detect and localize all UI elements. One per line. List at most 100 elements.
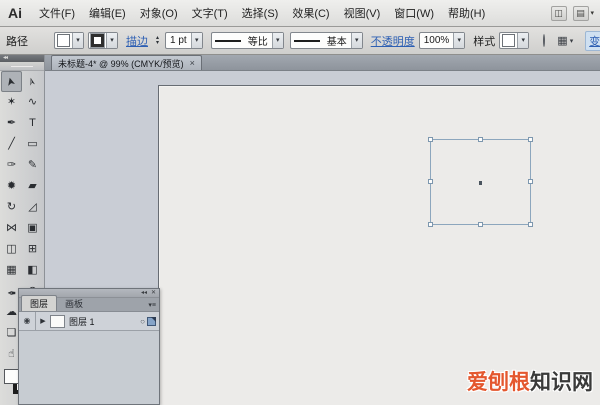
tool-selection[interactable]: ➤	[1, 71, 22, 92]
chevron-down-icon: ▾	[570, 37, 574, 45]
selection-handle-se[interactable]	[528, 222, 533, 227]
tool-direct-selection[interactable]: ➢	[22, 71, 43, 92]
width-icon: ⋈	[6, 223, 17, 234]
chevron-down-icon[interactable]: ▾	[517, 33, 528, 48]
scale-icon: ◿	[28, 202, 36, 213]
tool-pencil[interactable]: ✎	[22, 155, 43, 176]
recolor-artwork-icon[interactable]	[543, 34, 545, 47]
tools-panel-grip[interactable]	[0, 62, 44, 71]
stepper-down-icon[interactable]: ▾	[154, 41, 161, 46]
stroke-panel-link[interactable]: 描边	[126, 33, 148, 49]
paintbrush-icon: ✑	[7, 160, 16, 171]
tool-rectangle[interactable]: ▭	[22, 134, 43, 155]
chevron-down-icon[interactable]: ▾	[453, 33, 464, 48]
graphic-style-swatch-icon	[502, 34, 515, 47]
tool-blob-brush[interactable]: ✹	[1, 176, 22, 197]
artboard[interactable]	[158, 85, 600, 405]
tool-shape-builder[interactable]: ◫	[1, 239, 22, 260]
selection-handle-nw[interactable]	[428, 137, 433, 142]
tab-layers[interactable]: 图层	[21, 295, 57, 311]
layers-panel: ◂◂ ✕ 图层 画板 ▾≡ ◉ ▶ 图层 1 ○	[18, 288, 160, 405]
menu-item-1[interactable]: 编辑(E)	[82, 2, 133, 24]
rotate-icon: ↻	[7, 202, 16, 213]
brush-definition-select[interactable]: 基本 ▾	[290, 32, 363, 49]
close-panel-icon[interactable]: ✕	[151, 290, 156, 296]
width-profile-select[interactable]: 等比 ▾	[211, 32, 284, 49]
selected-rectangle[interactable]	[430, 139, 531, 225]
menu-item-6[interactable]: 视图(V)	[337, 2, 388, 24]
menu-item-3[interactable]: 文字(T)	[185, 2, 235, 24]
chevron-down-icon[interactable]: ▾	[191, 33, 202, 48]
tool-magic-wand[interactable]: ✶	[1, 92, 22, 113]
selection-handle-s[interactable]	[478, 222, 483, 227]
tool-scale[interactable]: ◿	[22, 197, 43, 218]
target-circle-icon[interactable]: ○	[140, 317, 145, 326]
menu-item-5[interactable]: 效果(C)	[285, 2, 336, 24]
selection-handle-ne[interactable]	[528, 137, 533, 142]
libraries-icon: ▦	[557, 34, 567, 47]
symbol-sprayer-icon: ☁	[6, 307, 17, 318]
tool-paintbrush[interactable]: ✑	[1, 155, 22, 176]
tool-pen[interactable]: ✒	[1, 113, 22, 134]
transform-panel-link[interactable]: 变换	[585, 31, 600, 51]
menu-item-7[interactable]: 窗口(W)	[387, 2, 441, 24]
tool-lasso[interactable]: ∿	[22, 92, 43, 113]
rectangle-icon: ▭	[27, 139, 37, 150]
tools-panel-header[interactable]: ◂◂	[0, 55, 44, 62]
selection-handle-n[interactable]	[478, 137, 483, 142]
selected-art-indicator[interactable]	[147, 317, 156, 326]
menu-item-8[interactable]: 帮助(H)	[441, 2, 492, 24]
tool-rotate[interactable]: ↻	[1, 197, 22, 218]
tool-free-transform[interactable]: ▣	[22, 218, 43, 239]
document-setup-icon[interactable]: ▦ ▾	[557, 34, 573, 47]
opacity-select[interactable]: 100% ▾	[419, 32, 466, 49]
arrange-documents-caret-icon[interactable]: ▾	[591, 9, 595, 17]
stroke-profile-line-icon	[215, 40, 241, 42]
opacity-value: 100%	[420, 35, 454, 46]
close-tab-icon[interactable]: ×	[190, 59, 195, 68]
menu-item-4[interactable]: 选择(S)	[235, 2, 286, 24]
stroke-swatch-icon	[91, 34, 104, 47]
document-tab[interactable]: 未标题-4* @ 99% (CMYK/预览) ×	[51, 55, 202, 70]
selection-handle-w[interactable]	[428, 179, 433, 184]
tool-mesh[interactable]: ▦	[1, 260, 22, 281]
chevron-down-icon[interactable]: ▾	[351, 33, 362, 48]
menu-item-0[interactable]: 文件(F)	[32, 2, 82, 24]
tool-type[interactable]: T	[22, 113, 43, 134]
line-segment-icon: ╱	[8, 139, 15, 150]
collapse-panel-icon[interactable]: ◂◂	[3, 55, 7, 61]
selection-icon: ➤	[5, 76, 18, 88]
fill-color-dropdown[interactable]: ▾	[54, 32, 84, 49]
layer-thumbnail[interactable]	[50, 315, 65, 328]
layer-row[interactable]: ◉ ▶ 图层 1 ○	[19, 312, 159, 331]
illustrator-window: Ai 文件(F)编辑(E)对象(O)文字(T)选择(S)效果(C)视图(V)窗口…	[0, 0, 600, 405]
watermark-rest-text: 知识网	[530, 371, 593, 394]
workspace: 未标题-4* @ 99% (CMYK/预览) × ◂◂	[0, 55, 600, 405]
selection-handle-sw[interactable]	[428, 222, 433, 227]
layer-name[interactable]: 图层 1	[69, 315, 140, 328]
collapse-panel-icon[interactable]: ◂◂	[141, 290, 147, 296]
panel-menu-icon[interactable]: ▾≡	[145, 301, 159, 311]
menu-item-2[interactable]: 对象(O)	[133, 2, 185, 24]
tool-gradient[interactable]: ◧	[22, 260, 43, 281]
bridge-icon[interactable]: ◫	[551, 6, 567, 21]
tool-perspective-grid[interactable]: ⊞	[22, 239, 43, 260]
opacity-panel-link[interactable]: 不透明度	[371, 33, 415, 49]
type-icon: T	[29, 118, 36, 129]
chevron-down-icon[interactable]: ▾	[272, 33, 283, 48]
stroke-weight-select[interactable]: 1 pt ▾	[165, 32, 203, 49]
stroke-color-dropdown[interactable]: ▾	[88, 32, 118, 49]
chevron-down-icon[interactable]: ▾	[106, 33, 117, 48]
tool-eraser[interactable]: ▰	[22, 176, 43, 197]
arrange-documents-icon[interactable]: ▤	[573, 6, 589, 21]
tab-artboards[interactable]: 画板	[57, 296, 91, 311]
graphic-style-select[interactable]: ▾	[499, 32, 529, 49]
tool-line-segment[interactable]: ╱	[1, 134, 22, 155]
chevron-down-icon[interactable]: ▾	[72, 33, 83, 48]
visibility-eye-icon[interactable]: ◉	[19, 312, 36, 330]
stroke-weight-stepper[interactable]: ▴ ▾	[154, 36, 161, 46]
selection-handle-e[interactable]	[528, 179, 533, 184]
expand-layer-icon[interactable]: ▶	[36, 317, 50, 325]
menu-items: 文件(F)编辑(E)对象(O)文字(T)选择(S)效果(C)视图(V)窗口(W)…	[32, 2, 492, 24]
tool-width[interactable]: ⋈	[1, 218, 22, 239]
